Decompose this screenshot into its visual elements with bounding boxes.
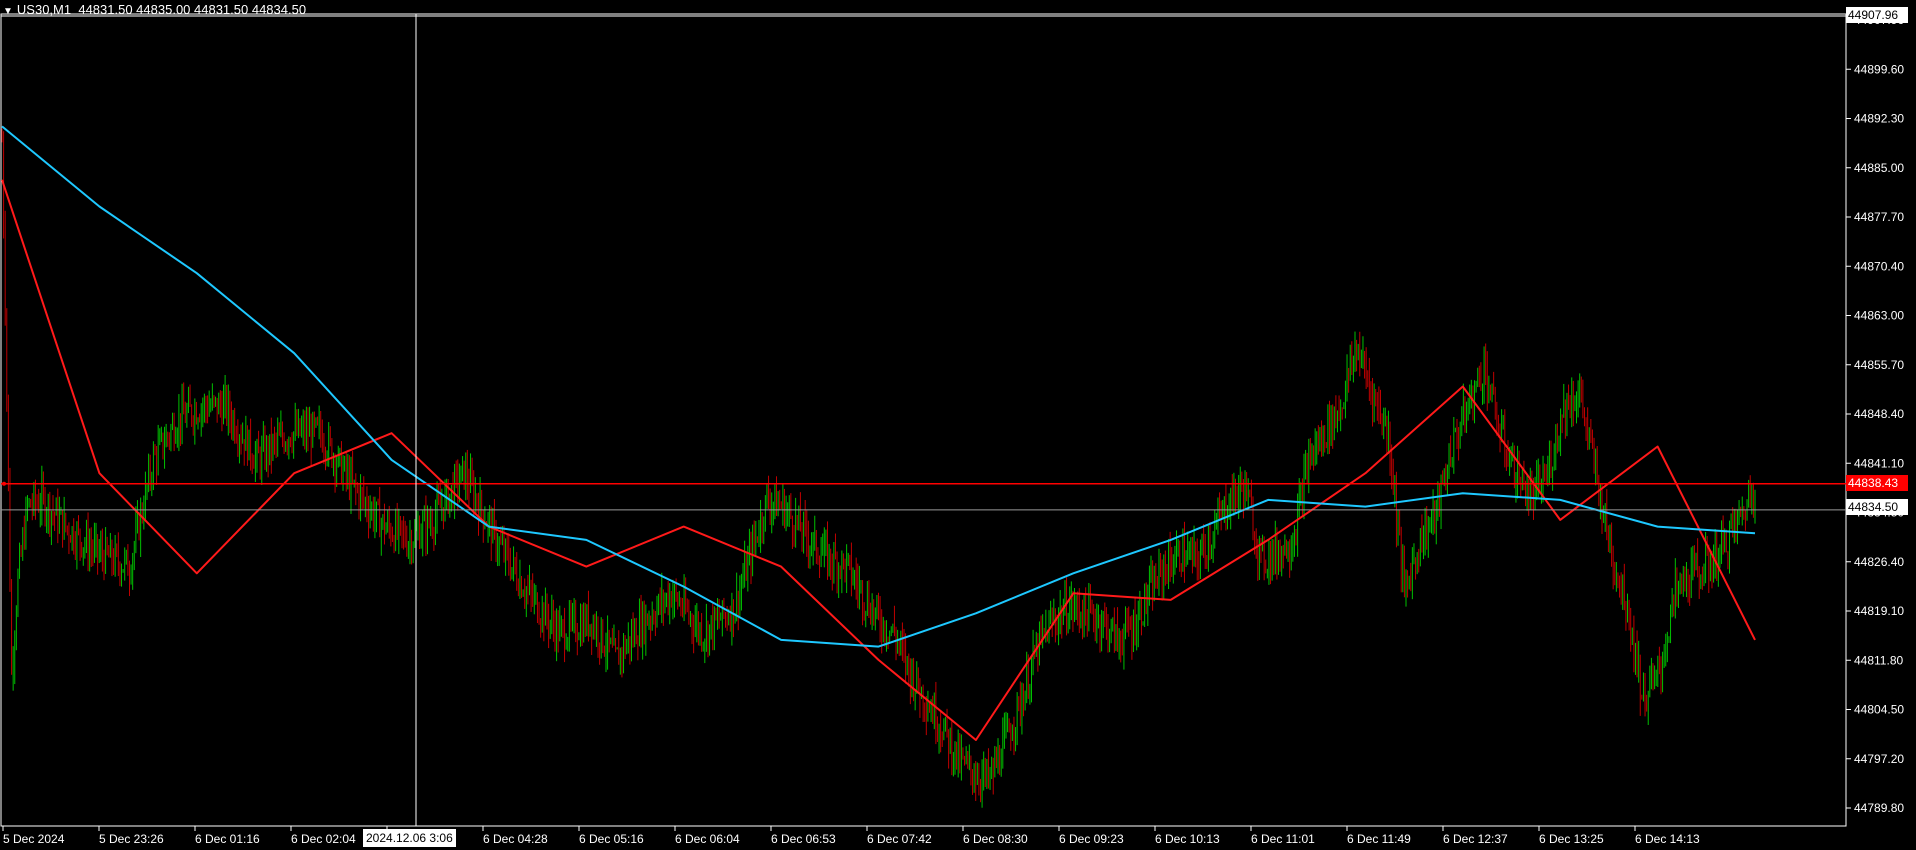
price-label: 44789.80 [1854, 801, 1904, 815]
chart-canvas[interactable]: 44907.96 44899.60 44892.30 44885.00 44877.70… [0, 0, 1916, 850]
price-label: 44892.30 [1854, 112, 1904, 126]
time-label: 6 Dec 04:28 [483, 832, 548, 846]
price-label: 44877.70 [1854, 210, 1904, 224]
price-label: 44855.70 [1854, 358, 1904, 372]
ohlc-values: 44831.50 44835.00 44831.50 44834.50 [78, 2, 307, 17]
time-label: 6 Dec 06:53 [771, 832, 836, 846]
current-price-tag: 44834.50 [1846, 499, 1908, 515]
time-label: 6 Dec 11:01 [1251, 832, 1315, 846]
time-label: 6 Dec 08:30 [963, 832, 1028, 846]
price-label: 44811.80 [1854, 653, 1903, 667]
time-label: 6 Dec 13:25 [1539, 832, 1604, 846]
collapse-triangle-icon[interactable]: ▼ [3, 6, 13, 17]
price-label: 44819.10 [1854, 604, 1904, 618]
symbol-header[interactable]: ▼ US30,M1 44831.50 44835.00 44831.50 4483… [3, 2, 306, 17]
crosshair-price-tag: 44907.96 [1846, 7, 1908, 23]
price-label: 44804.50 [1854, 703, 1904, 717]
time-label: 6 Dec 07:42 [867, 832, 932, 846]
symbol-label: US30,M1 [16, 2, 72, 17]
red-level-price-tag: 44838.43 [1846, 475, 1908, 491]
crosshair-time-tag: 2024.12.06 3:06 [363, 829, 456, 847]
time-label: 6 Dec 06:04 [675, 832, 740, 846]
time-label: 6 Dec 02:04 [291, 832, 356, 846]
price-label: 44885.00 [1854, 161, 1904, 175]
time-label: 5 Dec 2024 [3, 832, 65, 846]
price-label: 44826.40 [1854, 555, 1904, 569]
time-label: 6 Dec 12:37 [1443, 832, 1508, 846]
trading-chart[interactable]: 44907.96 44899.60 44892.30 44885.00 44877.70… [0, 0, 1916, 850]
time-label: 6 Dec 11:49 [1347, 832, 1411, 846]
time-label: 6 Dec 14:13 [1635, 832, 1700, 846]
time-label: 6 Dec 01:16 [195, 832, 260, 846]
price-label: 44863.00 [1854, 309, 1904, 323]
price-label: 44899.60 [1854, 62, 1904, 76]
price-label: 44797.20 [1854, 752, 1904, 766]
price-label: 44870.40 [1854, 259, 1904, 273]
price-label: 44841.10 [1854, 456, 1904, 470]
time-label: 5 Dec 23:26 [99, 832, 164, 846]
time-label: 6 Dec 10:13 [1155, 832, 1220, 846]
time-label: 6 Dec 09:23 [1059, 832, 1124, 846]
level-handle-left [2, 481, 6, 486]
time-label: 6 Dec 05:16 [579, 832, 644, 846]
price-label: 44848.40 [1854, 407, 1904, 421]
